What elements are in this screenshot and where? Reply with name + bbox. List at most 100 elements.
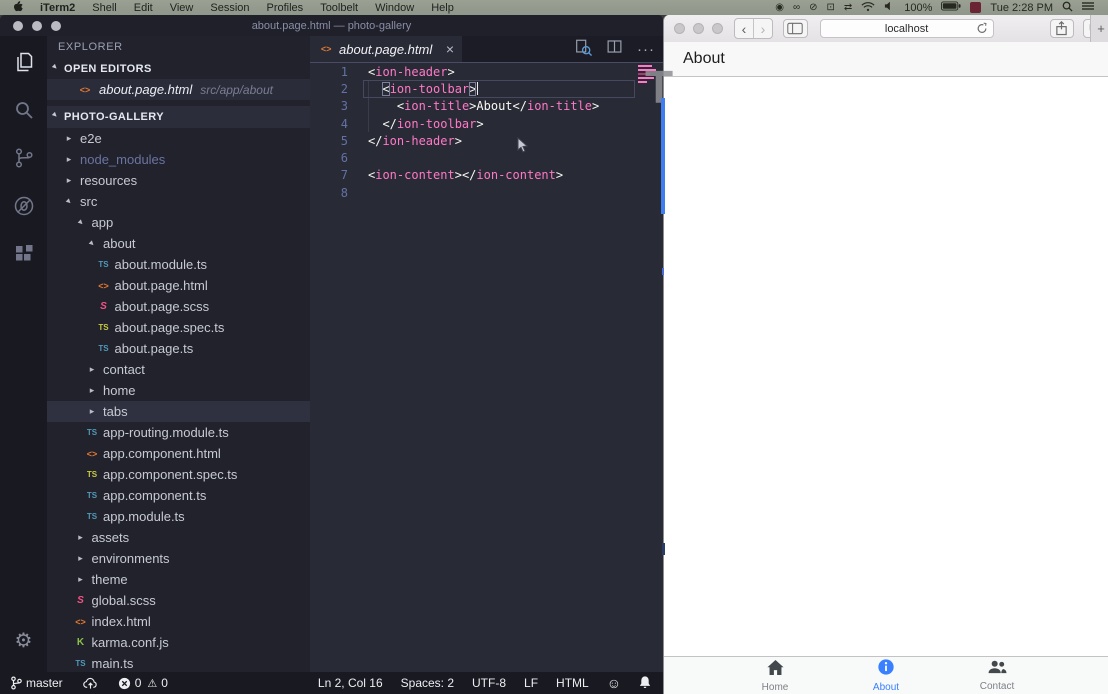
tree-item-node-modules[interactable]: ▸node_modules xyxy=(47,149,310,170)
open-editor-item[interactable]: <> about.page.html src/app/about xyxy=(47,79,310,100)
more-actions-icon[interactable]: ··· xyxy=(637,41,655,58)
tree-item-global-scss[interactable]: Sglobal.scss xyxy=(47,590,310,611)
tree-item-tabs[interactable]: ▸tabs xyxy=(47,401,310,422)
tree-item-environments[interactable]: ▸environments xyxy=(47,548,310,569)
tree-item-app[interactable]: ▸app xyxy=(47,212,310,233)
menu-item-help[interactable]: Help xyxy=(431,2,454,14)
tree-item-about-page-scss[interactable]: Sabout.page.scss xyxy=(47,296,310,317)
tree-item-about-page-html[interactable]: <>about.page.html xyxy=(47,275,310,296)
code-line[interactable]: 6 xyxy=(310,149,663,166)
new-tab-button[interactable]: + xyxy=(1090,15,1108,42)
tree-item-about-page-spec-ts[interactable]: TSabout.page.spec.ts xyxy=(47,317,310,338)
tree-item-e2e[interactable]: ▸e2e xyxy=(47,128,310,149)
tree-item-karma-conf-js[interactable]: Kkarma.conf.js xyxy=(47,632,310,653)
tree-item-app-component-html[interactable]: <>app.component.html xyxy=(47,443,310,464)
close-tab-icon[interactable]: × xyxy=(446,41,454,57)
glasses-icon[interactable]: ∞ xyxy=(793,3,800,13)
menu-item-iterm2[interactable]: iTerm2 xyxy=(40,2,75,14)
sync-icon[interactable] xyxy=(83,677,98,690)
menu-item-toolbelt[interactable]: Toolbelt xyxy=(320,2,358,14)
tree-item-about[interactable]: ▸about xyxy=(47,233,310,254)
file-name: home xyxy=(103,383,136,398)
tree-item-app-routing-module-ts[interactable]: TSapp-routing.module.ts xyxy=(47,422,310,443)
tree-item-home[interactable]: ▸home xyxy=(47,380,310,401)
forward-icon[interactable]: › xyxy=(753,19,772,38)
volume-icon[interactable] xyxy=(884,1,895,14)
tree-item-app-module-ts[interactable]: TSapp.module.ts xyxy=(47,506,310,527)
sidebar-toggle-icon[interactable] xyxy=(783,19,808,38)
minimize-window-button[interactable] xyxy=(693,23,704,34)
dnd-icon[interactable]: ⊘ xyxy=(809,3,817,13)
code-line[interactable]: 1<ion-header> xyxy=(310,63,663,80)
indentation-setting[interactable]: Spaces: 2 xyxy=(401,676,454,690)
tree-item-src[interactable]: ▸src xyxy=(47,191,310,212)
code-line[interactable]: 8 xyxy=(310,184,663,201)
find-in-file-icon[interactable] xyxy=(574,38,592,61)
back-icon[interactable]: ‹ xyxy=(735,19,753,38)
tab-about-page-html[interactable]: <> about.page.html × xyxy=(310,36,462,62)
tree-item-app-component-ts[interactable]: TSapp.component.ts xyxy=(47,485,310,506)
open-editors-section[interactable]: ▸ OPEN EDITORS xyxy=(47,59,310,79)
code-line[interactable]: 4 </ion-toolbar> xyxy=(310,115,663,132)
tab-contact[interactable]: Contact xyxy=(942,657,1053,694)
vscode-titlebar[interactable]: about.page.html — photo-gallery xyxy=(0,15,663,36)
menu-item-window[interactable]: Window xyxy=(375,2,414,14)
tree-item-resources[interactable]: ▸resources xyxy=(47,170,310,191)
code-line[interactable]: 3 <ion-title>About</ion-title> xyxy=(310,98,663,115)
tree-item-contact[interactable]: ▸contact xyxy=(47,359,310,380)
menu-item-edit[interactable]: Edit xyxy=(134,2,153,14)
encoding-setting[interactable]: UTF-8 xyxy=(472,676,506,690)
share-icon[interactable] xyxy=(1050,19,1075,38)
address-bar[interactable]: localhost xyxy=(820,19,994,38)
debug-icon[interactable] xyxy=(0,186,47,226)
notifications-bell-icon[interactable] xyxy=(639,675,651,692)
tree-item-assets[interactable]: ▸assets xyxy=(47,527,310,548)
language-mode[interactable]: HTML xyxy=(556,676,589,690)
file-name: main.ts xyxy=(92,656,134,671)
tree-item-app-component-spec-ts[interactable]: TSapp.component.spec.ts xyxy=(47,464,310,485)
tab-home[interactable]: Home xyxy=(720,657,831,694)
close-window-button[interactable] xyxy=(674,23,685,34)
code-editor[interactable]: 1<ion-header>2 <ion-toolbar>3 <ion-title… xyxy=(310,63,663,672)
battery-icon[interactable] xyxy=(941,1,961,14)
menu-item-profiles[interactable]: Profiles xyxy=(267,2,304,14)
display-icon[interactable]: ⊡ xyxy=(827,3,835,13)
eol-setting[interactable]: LF xyxy=(524,676,538,690)
reload-icon[interactable] xyxy=(976,22,988,38)
code-line[interactable]: 2 <ion-toolbar> xyxy=(310,80,663,97)
code-line[interactable]: 7<ion-content></ion-content> xyxy=(310,167,663,184)
switch-icon[interactable]: ⇄ xyxy=(844,3,852,13)
warnings-indicator[interactable]: ⚠ 0 xyxy=(147,676,168,690)
search-icon[interactable] xyxy=(0,90,47,130)
cursor-position[interactable]: Ln 2, Col 16 xyxy=(318,676,383,690)
split-editor-icon[interactable] xyxy=(606,38,623,60)
extensions-icon[interactable] xyxy=(0,234,47,274)
errors-indicator[interactable]: 0 xyxy=(118,676,142,690)
screen-record-icon[interactable]: ◉ xyxy=(775,3,784,13)
spotlight-icon[interactable] xyxy=(1062,1,1073,15)
git-branch-indicator[interactable]: master xyxy=(10,676,63,690)
menu-item-shell[interactable]: Shell xyxy=(92,2,116,14)
input-source-icon[interactable] xyxy=(970,2,981,13)
code-line[interactable]: 5</ion-header> xyxy=(310,132,663,149)
tree-item-about-page-ts[interactable]: TSabout.page.ts xyxy=(47,338,310,359)
tree-item-main-ts[interactable]: TSmain.ts xyxy=(47,653,310,672)
explorer-icon[interactable] xyxy=(0,42,47,82)
feedback-smiley-icon[interactable]: ☺ xyxy=(607,675,621,691)
apple-menu-icon[interactable] xyxy=(12,0,23,16)
tree-item-about-module-ts[interactable]: TSabout.module.ts xyxy=(47,254,310,275)
notification-center-icon[interactable] xyxy=(1082,1,1094,14)
tree-item-index-html[interactable]: <>index.html xyxy=(47,611,310,632)
tree-item-theme[interactable]: ▸theme xyxy=(47,569,310,590)
menu-item-view[interactable]: View xyxy=(170,2,194,14)
project-section-header[interactable]: ▸ PHOTO-GALLERY xyxy=(47,106,310,128)
zoom-window-button[interactable] xyxy=(712,23,723,34)
menu-clock[interactable]: Tue 2:28 PM xyxy=(990,2,1053,14)
wifi-icon[interactable] xyxy=(861,1,875,15)
menu-item-session[interactable]: Session xyxy=(210,2,249,14)
tab-about[interactable]: About xyxy=(831,657,942,694)
people-icon xyxy=(987,659,1008,680)
safari-toolbar[interactable]: ‹ › localhost + xyxy=(664,15,1108,43)
settings-gear-icon[interactable]: ⚙ xyxy=(0,620,47,660)
source-control-icon[interactable] xyxy=(0,138,47,178)
